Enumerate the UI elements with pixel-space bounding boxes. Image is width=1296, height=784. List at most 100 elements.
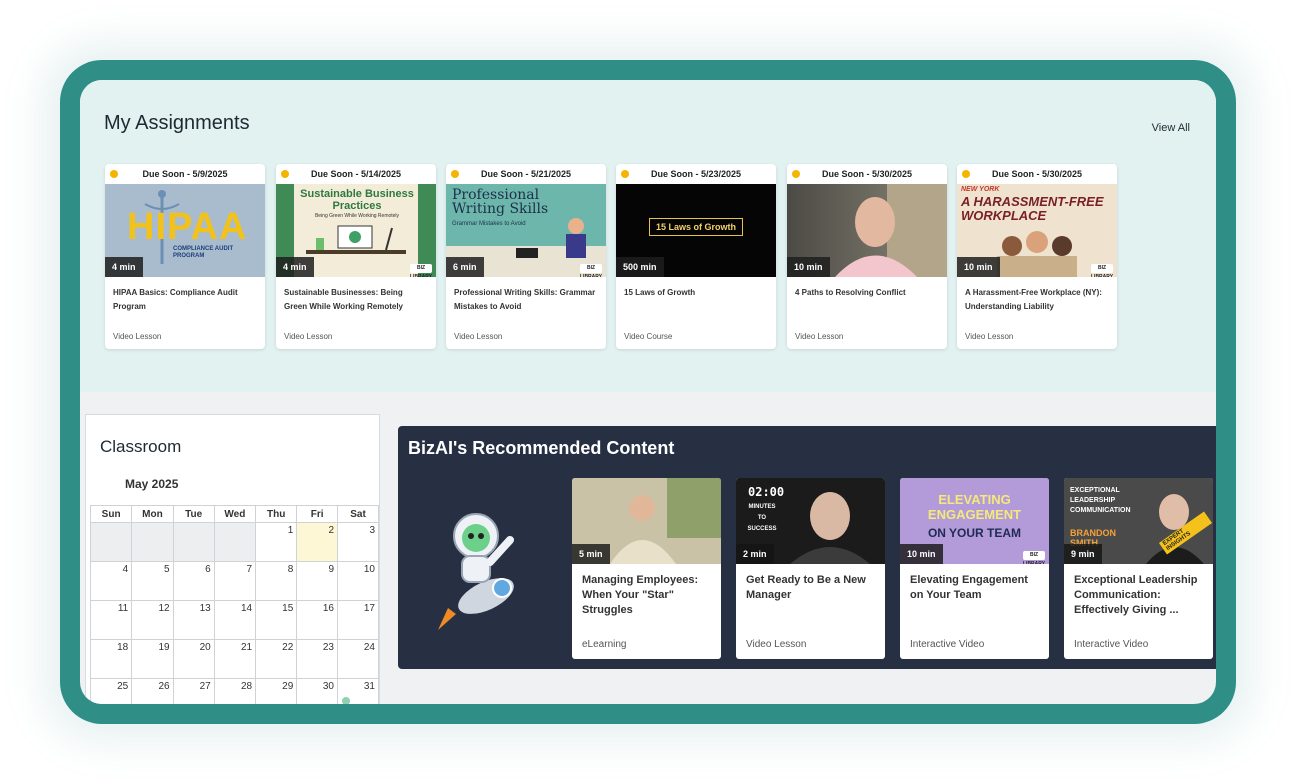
duration-badge: 500 min: [616, 257, 664, 277]
card-thumbnail: NEW YORK A HARASSMENT-FREE WORKPLACE BIZ…: [957, 184, 1117, 277]
thumb-subtitle: Grammar Mistakes to Avoid: [452, 221, 526, 227]
calendar-week: 25 26 27 28 29 30 31: [89, 678, 379, 704]
thumb-title: EXCEPTIONAL LEADERSHIP COMMUNICATION: [1070, 487, 1131, 514]
thumb-title: Sustainable Business Practices: [300, 188, 414, 212]
calendar-day[interactable]: 29: [255, 678, 298, 704]
calendar-week: 18 19 20 21 22 23 24: [89, 639, 379, 679]
course-title: HIPAA Basics: Compliance Audit Program: [113, 288, 238, 311]
due-soon-dot: [962, 170, 970, 178]
duration-badge: 6 min: [446, 257, 484, 277]
calendar-day[interactable]: 17: [337, 600, 379, 640]
weekday-header: Wed: [213, 505, 257, 523]
duration-badge: 4 min: [105, 257, 143, 277]
bizlibrary-badge: BIZ LIBRARY: [410, 264, 433, 277]
calendar-day[interactable]: 25: [89, 678, 133, 704]
assignment-card[interactable]: Due Soon - 5/30/2025 10 min 4 Paths to R…: [787, 164, 947, 349]
recommended-card[interactable]: 5 min Managing Employees: When Your "Sta…: [572, 478, 721, 659]
weekday-header: Thu: [255, 505, 298, 523]
assignment-card[interactable]: Due Soon - 5/30/2025 NEW YORK A HARASSME…: [957, 164, 1117, 349]
calendar-week: 11 12 13 14 15 16 17: [89, 600, 379, 640]
countdown-clock: 02:00: [748, 485, 785, 499]
course-type: Video Lesson: [795, 332, 844, 341]
weekday-header: Mon: [131, 505, 174, 523]
calendar-day[interactable]: 23: [296, 639, 338, 679]
course-title: 15 Laws of Growth: [624, 288, 696, 297]
calendar-day[interactable]: 18: [89, 639, 133, 679]
card-thumbnail: Sustainable Business Practices Being Gre…: [276, 184, 436, 277]
calendar-day[interactable]: 12: [131, 600, 174, 640]
calendar-day[interactable]: 10: [337, 561, 379, 601]
calendar-month: May 2025: [125, 477, 179, 491]
assignment-card[interactable]: Due Soon - 5/23/2025 15 Laws of Growth 5…: [616, 164, 776, 349]
calendar-day[interactable]: 24: [337, 639, 379, 679]
assignment-card[interactable]: Due Soon - 5/9/2025 HIPAA COMPLIANCE AUD…: [105, 164, 265, 349]
card-thumbnail: ELEVATING ENGAGEMENT ON YOUR TEAM BIZ LI…: [900, 478, 1049, 564]
recommended-card[interactable]: 02:00 MINUTES TO SUCCESS 2 min Get Ready…: [736, 478, 885, 659]
due-date-label: Due Soon - 5/14/2025: [310, 169, 402, 179]
duration-badge: 9 min: [1064, 544, 1102, 564]
card-thumbnail: Professional Writing Skills Grammar Mist…: [446, 184, 606, 277]
view-all-link[interactable]: View All: [1152, 122, 1190, 134]
course-type: Video Course: [624, 332, 673, 341]
thumb-title: MINUTES TO SUCCESS: [747, 504, 777, 532]
classroom-title: Classroom: [100, 437, 182, 456]
card-thumbnail: HIPAA COMPLIANCE AUDIT PROGRAM 4 min: [105, 184, 265, 277]
due-date-label: Due Soon - 5/21/2025: [480, 169, 572, 179]
calendar-day[interactable]: 19: [131, 639, 174, 679]
due-date-label: Due Soon - 5/30/2025: [991, 169, 1083, 179]
calendar-day[interactable]: 14: [213, 600, 257, 640]
assignment-card[interactable]: Due Soon - 5/21/2025 Professional Writin…: [446, 164, 606, 349]
calendar-empty-cell: [131, 522, 174, 562]
calendar-day[interactable]: 5: [131, 561, 174, 601]
calendar-day[interactable]: 26: [131, 678, 174, 704]
thumb-title: ELEVATING ENGAGEMENT: [927, 492, 1022, 522]
calendar-day[interactable]: 21: [213, 639, 257, 679]
calendar-day[interactable]: 11: [89, 600, 133, 640]
assignment-card[interactable]: Due Soon - 5/14/2025 Sustainable Busines…: [276, 164, 436, 349]
calendar-day[interactable]: 15: [255, 600, 298, 640]
calendar-day[interactable]: 6: [172, 561, 215, 601]
duration-badge: 10 min: [900, 544, 943, 564]
calendar-day[interactable]: 16: [296, 600, 338, 640]
weekday-header: Tue: [172, 505, 215, 523]
course-type: eLearning: [582, 639, 627, 650]
calendar-day[interactable]: 8: [255, 561, 298, 601]
calendar-empty-cell: [213, 522, 257, 562]
calendar-day[interactable]: 28: [213, 678, 257, 704]
classroom-panel: Classroom May 2025 Sun Mon Tue Wed Thu F…: [85, 414, 380, 704]
calendar-day[interactable]: 7: [213, 561, 257, 601]
calendar-empty-cell: [172, 522, 215, 562]
duration-badge: 10 min: [787, 257, 830, 277]
recommended-card[interactable]: EXCEPTIONAL LEADERSHIP COMMUNICATION BRA…: [1064, 478, 1213, 659]
calendar-day[interactable]: 22: [255, 639, 298, 679]
course-type: Video Lesson: [284, 332, 333, 341]
due-soon-dot: [451, 170, 459, 178]
thumb-subtitle: ON YOUR TEAM: [927, 526, 1022, 540]
calendar-day[interactable]: 20: [172, 639, 215, 679]
course-title: Exceptional Leadership Communication: Ef…: [1074, 574, 1198, 616]
duration-badge: 4 min: [276, 257, 314, 277]
calendar-day[interactable]: 30: [296, 678, 338, 704]
bizlibrary-badge: BIZ LIBRARY: [1091, 264, 1114, 277]
app-screen: My Assignments View All Due Soon - 5/9/2…: [80, 80, 1216, 704]
calendar-day[interactable]: 27: [172, 678, 215, 704]
recommended-title: BizAI's Recommended Content: [408, 438, 675, 458]
due-date-label: Due Soon - 5/9/2025: [142, 169, 228, 179]
calendar-week: 4 5 6 7 8 9 10: [89, 561, 379, 601]
calendar-day[interactable]: 2: [296, 522, 338, 562]
calendar-day[interactable]: 13: [172, 600, 215, 640]
course-title: Sustainable Businesses: Being Green Whil…: [284, 288, 403, 311]
calendar-day[interactable]: 4: [89, 561, 133, 601]
calendar-grid: Sun Mon Tue Wed Thu Fri Sat 1 2 3 4 5 6 7 8 9 10 1…: [89, 505, 379, 704]
due-soon-dot: [110, 170, 118, 178]
calendar-day[interactable]: 9: [296, 561, 338, 601]
event-dot: [342, 697, 350, 704]
duration-badge: 2 min: [736, 544, 774, 564]
calendar-day[interactable]: 3: [337, 522, 379, 562]
due-soon-dot: [792, 170, 800, 178]
calendar-day[interactable]: 1: [255, 522, 298, 562]
course-title: Professional Writing Skills: Grammar Mis…: [454, 288, 596, 311]
course-type: Interactive Video: [1074, 639, 1149, 650]
recommended-card[interactable]: ELEVATING ENGAGEMENT ON YOUR TEAM BIZ LI…: [900, 478, 1049, 659]
course-title: Managing Employees: When Your "Star" Str…: [582, 574, 699, 616]
